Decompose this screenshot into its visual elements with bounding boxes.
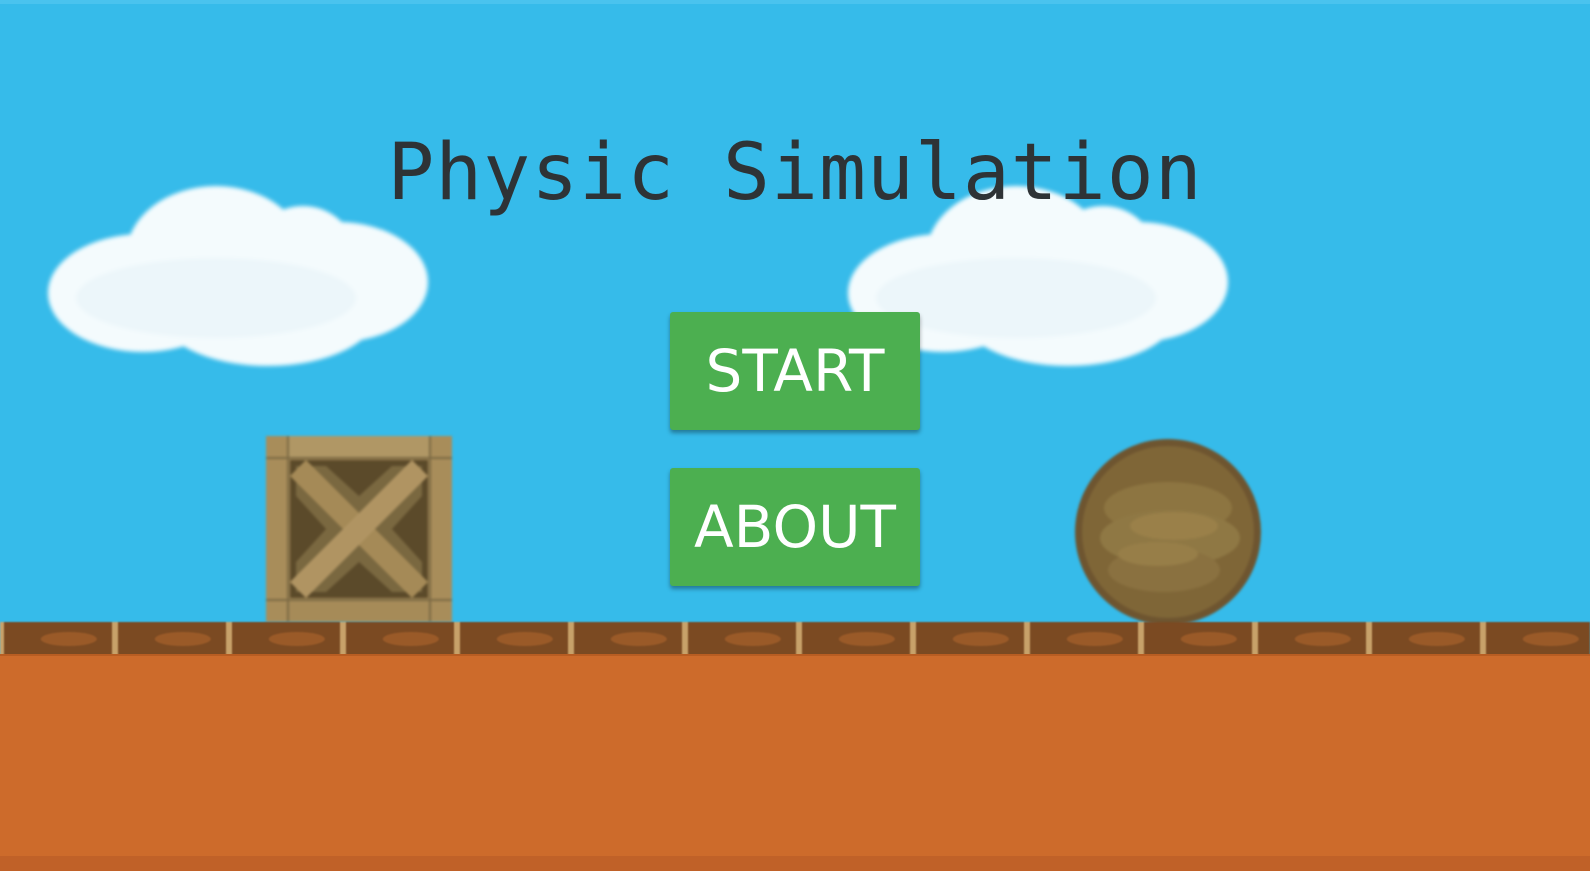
ground [0,656,1590,871]
about-button[interactable]: ABOUT [670,468,920,586]
game-scene: Physic Simulation START ABOUT [0,0,1590,871]
wooden-ball-icon [1074,438,1262,626]
game-title: Physic Simulation [387,128,1203,218]
start-button[interactable]: START [670,312,920,430]
wooden-plank-floor [0,622,1590,658]
sky-edge [0,0,1590,4]
wooden-crate-icon [266,436,452,622]
ground-bottom-strip [0,856,1590,871]
